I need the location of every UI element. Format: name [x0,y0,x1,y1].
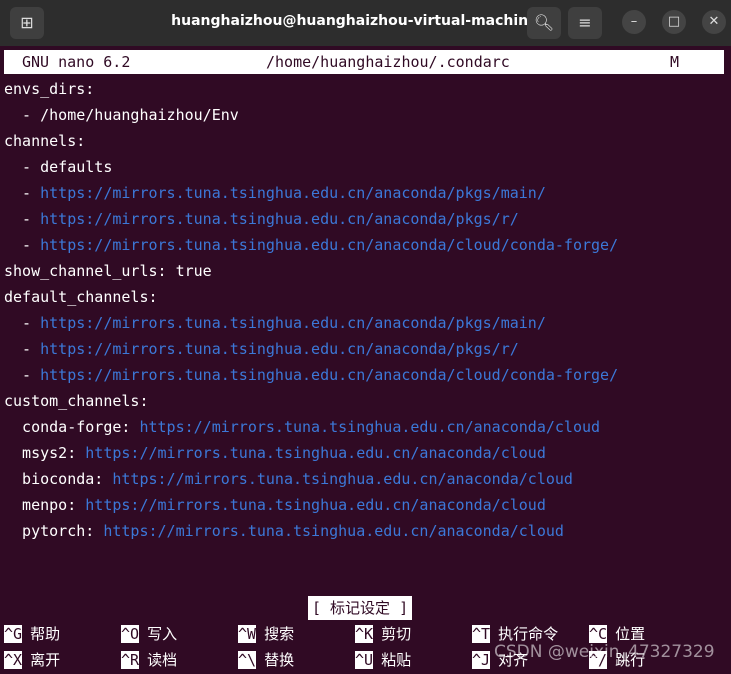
line-text: - [4,366,41,384]
shortcut-label: 写入 [147,625,178,643]
shortcut-label: 位置 [615,625,646,643]
file-line: msys2: https://mirrors.tuna.tsinghua.edu… [4,440,546,466]
maximize-button[interactable]: □ [662,10,686,34]
line-url: https://mirrors.tuna.tsinghua.edu.cn/ana… [85,496,546,514]
line-text: custom_channels: [4,392,149,410]
status-message: [ 标记设定 ] [308,596,413,620]
line-text: menpo: [4,496,86,514]
line-text: envs_dirs: [4,80,95,98]
shortcut-item: ^G 帮助 [4,622,60,646]
line-text: show_channel_urls: true [4,262,212,280]
shortcut-item: ^X 离开 [4,648,60,672]
shortcut-label: 读档 [147,651,178,669]
line-url: https://mirrors.tuna.tsinghua.edu.cn/ana… [139,418,601,436]
search-button[interactable]: 🔍︎ [527,7,561,39]
shortcut-key: ^R [121,651,140,669]
shortcut-key: ^C [589,625,608,643]
line-url: https://mirrors.tuna.tsinghua.edu.cn/ana… [40,340,519,358]
line-text: channels: [4,132,86,150]
shortcut-item: ^O 写入 [121,622,177,646]
shortcut-label: 离开 [30,651,61,669]
shortcut-item: ^\ 替换 [238,648,294,672]
file-line: envs_dirs: [4,76,94,102]
shortcut-key: ^O [121,625,140,643]
line-url: https://mirrors.tuna.tsinghua.edu.cn/ana… [112,470,573,488]
shortcut-label: 搜索 [264,625,295,643]
line-text: - [4,184,41,202]
line-text: msys2: [4,444,86,462]
shortcut-key: ^U [355,651,374,669]
file-line: - /home/huanghaizhou/Env [4,102,239,128]
shortcut-key: ^W [238,625,257,643]
shortcut-key: ^K [355,625,374,643]
line-text: - [4,340,41,358]
window-titlebar: ⊞ huanghaizhou@huanghaizhou-virtual-mach… [0,0,731,46]
file-line: - https://mirrors.tuna.tsinghua.edu.cn/a… [4,232,618,258]
line-text: - [4,314,41,332]
file-line: - https://mirrors.tuna.tsinghua.edu.cn/a… [4,206,519,232]
maximize-icon: □ [667,14,681,29]
line-url: https://mirrors.tuna.tsinghua.edu.cn/ana… [40,314,546,332]
nano-modified-flag: M [670,53,680,71]
line-text: bioconda: [4,470,113,488]
minimize-icon: – [630,14,638,29]
shortcut-key: ^T [472,625,491,643]
line-text: pytorch: [4,522,104,540]
file-line: - defaults [4,154,112,180]
nano-header-bar: GNU nano 6.2 /home/huanghaizhou/.condarc… [4,50,724,74]
shortcut-key: ^\ [238,651,257,669]
shortcut-key: ^X [4,651,23,669]
search-icon: 🔍︎ [533,13,555,32]
shortcut-label: 粘贴 [381,651,412,669]
shortcut-label: 执行命令 [498,625,559,643]
file-line: - https://mirrors.tuna.tsinghua.edu.cn/a… [4,336,519,362]
line-text: - [4,236,41,254]
shortcut-key: ^J [472,651,491,669]
line-url: https://mirrors.tuna.tsinghua.edu.cn/ana… [40,366,619,384]
shortcut-key: ^G [4,625,23,643]
terminal-area[interactable]: GNU nano 6.2 /home/huanghaizhou/.condarc… [0,46,731,674]
nano-file-path: /home/huanghaizhou/.condarc [266,53,510,71]
shortcut-item: ^R 读档 [121,648,177,672]
watermark: CSDN @weixin_47327329 [494,642,715,662]
line-text: - /home/huanghaizhou/Env [4,106,239,124]
line-url: https://mirrors.tuna.tsinghua.edu.cn/ana… [40,210,519,228]
line-url: https://mirrors.tuna.tsinghua.edu.cn/ana… [103,522,564,540]
shortcut-item: ^U 粘贴 [355,648,411,672]
minimize-button[interactable]: – [622,10,646,34]
file-line: - https://mirrors.tuna.tsinghua.edu.cn/a… [4,180,546,206]
shortcut-label: 替换 [264,651,295,669]
line-url: https://mirrors.tuna.tsinghua.edu.cn/ana… [40,184,546,202]
file-line: conda-forge: https://mirrors.tuna.tsingh… [4,414,600,440]
close-button[interactable]: ✕ [702,10,726,34]
file-line: menpo: https://mirrors.tuna.tsinghua.edu… [4,492,546,518]
file-line: channels: [4,128,85,154]
shortcut-item: ^K 剪切 [355,622,411,646]
line-text: default_channels: [4,288,158,306]
close-icon: ✕ [708,14,720,29]
nano-version: GNU nano 6.2 [22,53,131,71]
shortcut-label: 帮助 [30,625,61,643]
file-line: show_channel_urls: true [4,258,212,284]
file-line: pytorch: https://mirrors.tuna.tsinghua.e… [4,518,564,544]
line-text: - defaults [4,158,113,176]
file-line: - https://mirrors.tuna.tsinghua.edu.cn/a… [4,310,546,336]
line-url: https://mirrors.tuna.tsinghua.edu.cn/ana… [40,236,619,254]
shortcut-label: 剪切 [381,625,412,643]
file-line: - https://mirrors.tuna.tsinghua.edu.cn/a… [4,362,618,388]
line-text: - [4,210,41,228]
shortcut-item: ^W 搜索 [238,622,294,646]
file-line: default_channels: [4,284,158,310]
menu-button[interactable]: ≡ [568,7,602,39]
line-url: https://mirrors.tuna.tsinghua.edu.cn/ana… [85,444,546,462]
file-line: bioconda: https://mirrors.tuna.tsinghua.… [4,466,573,492]
file-line: custom_channels: [4,388,149,414]
line-text: conda-forge: [4,418,140,436]
hamburger-menu-icon: ≡ [578,13,592,32]
